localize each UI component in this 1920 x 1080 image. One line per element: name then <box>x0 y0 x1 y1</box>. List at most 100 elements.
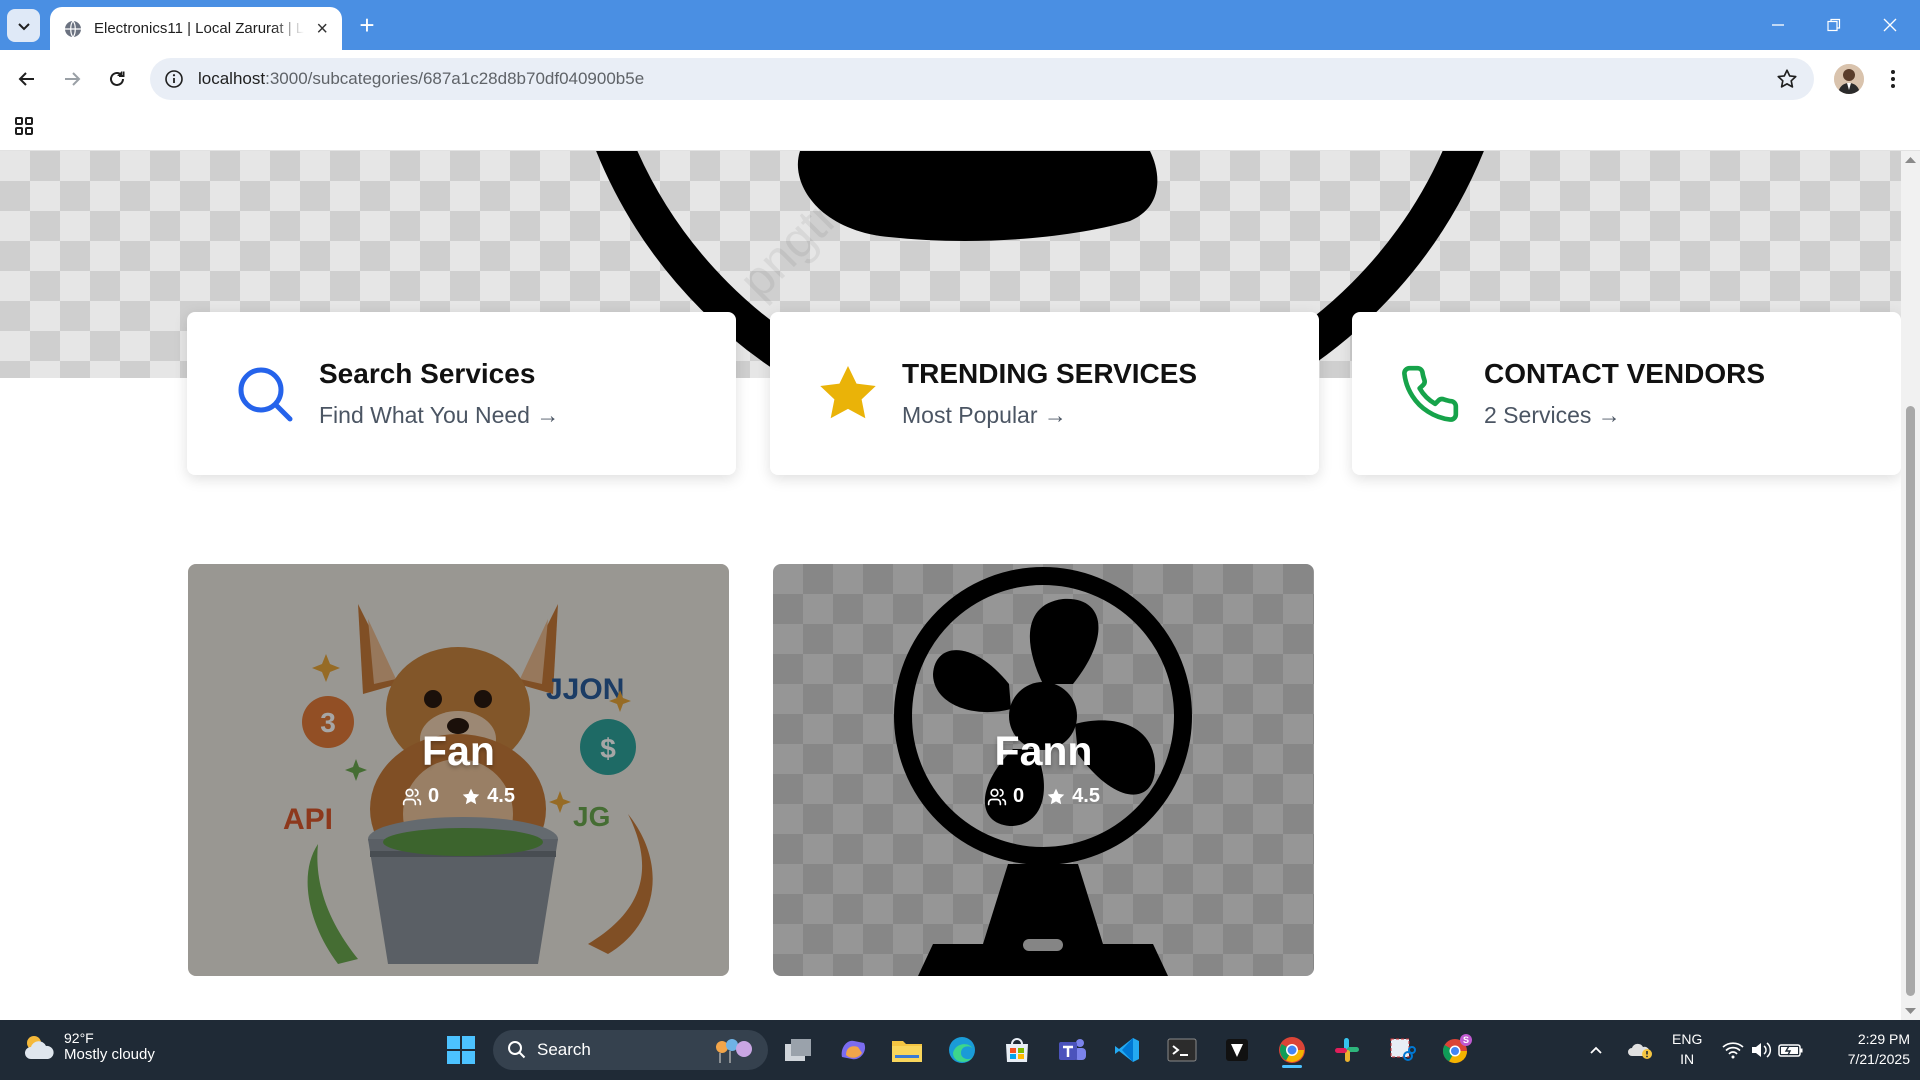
url-path: :3000/subcategories/687a1c28d8b70df04090… <box>265 69 645 88</box>
more-vertical-icon <box>1891 70 1895 88</box>
subcategory-card[interactable]: 3 $ JJON API JG Fan 0 4.5 <box>188 564 729 976</box>
taskbar-edge[interactable] <box>942 1030 982 1070</box>
back-button[interactable] <box>9 61 45 97</box>
app-icon <box>1226 1039 1248 1061</box>
vscode-icon <box>1115 1038 1139 1062</box>
bookmarks-bar <box>0 108 1920 151</box>
minimize-button[interactable] <box>1750 0 1806 50</box>
edge-browser-icon <box>949 1037 975 1063</box>
weather-temp: 92°F <box>64 1030 94 1046</box>
avatar-icon <box>1834 64 1864 94</box>
taskbar-task-view[interactable] <box>778 1030 818 1070</box>
subcategory-info: Fan 0 4.5 <box>188 728 729 808</box>
windows-taskbar: 92°F Mostly cloudy Search S ENG IN 2:29 … <box>0 1020 1920 1080</box>
feature-card-search[interactable]: Search Services Find What You Need → <box>187 312 736 475</box>
rating-stat: 4.5 <box>1046 785 1100 808</box>
taskbar-vscode[interactable] <box>1107 1030 1147 1070</box>
feature-title: Search Services <box>319 358 536 389</box>
star-icon <box>1047 788 1065 804</box>
subcategory-card[interactable]: Fann 0 4.5 <box>773 564 1314 976</box>
bookmark-star-icon[interactable] <box>1776 68 1798 90</box>
subcategory-info: Fann 0 4.5 <box>773 728 1314 808</box>
tray-onedrive[interactable] <box>1628 1020 1654 1080</box>
weather-desc: Mostly cloudy <box>64 1046 155 1063</box>
language-code: ENG <box>1672 1031 1703 1047</box>
weather-widget[interactable]: 92°F Mostly cloudy <box>22 1030 155 1063</box>
tray-network-volume-battery[interactable] <box>1722 1020 1804 1080</box>
reload-button[interactable] <box>99 61 135 97</box>
rating-value: 4.5 <box>487 785 515 807</box>
users-count: 0 <box>428 785 440 807</box>
taskbar-copilot[interactable] <box>833 1030 873 1070</box>
search-icon <box>233 362 297 426</box>
chevron-up-icon <box>1590 1046 1602 1054</box>
cloudy-weather-icon <box>25 1035 54 1059</box>
browser-toolbar: localhost:3000/subcategories/687a1c28d8b… <box>0 50 1920 108</box>
subcategory-stats: 0 4.5 <box>188 785 729 808</box>
address-bar[interactable]: localhost:3000/subcategories/687a1c28d8b… <box>150 58 1814 100</box>
search-icon <box>508 1041 526 1059</box>
active-indicator <box>1282 1065 1302 1068</box>
tab-search-button[interactable] <box>7 9 40 42</box>
reload-icon <box>110 71 125 86</box>
phone-icon <box>1398 362 1462 426</box>
url-host: localhost <box>198 69 266 88</box>
teams-icon <box>1059 1039 1086 1060</box>
page-scrollbar[interactable] <box>1901 151 1920 1020</box>
taskbar-search[interactable]: Search <box>493 1030 768 1070</box>
feature-card-trending[interactable]: TRENDING SERVICES Most Popular → <box>770 312 1319 475</box>
onedrive-warning-icon <box>1628 1043 1652 1059</box>
close-window-button[interactable] <box>1862 0 1918 50</box>
wifi-icon <box>1722 1042 1744 1059</box>
taskbar-store[interactable] <box>997 1030 1037 1070</box>
users-stat: 0 <box>987 785 1024 808</box>
feature-card-contact[interactable]: CONTACT VENDORS 2 Services → <box>1352 312 1901 475</box>
chrome-profile-icon: S <box>1442 1034 1472 1064</box>
users-icon <box>402 788 422 805</box>
taskbar-chrome-profile[interactable]: S <box>1437 1030 1477 1070</box>
tab-close-icon[interactable]: × <box>316 19 328 39</box>
apps-grid-icon[interactable] <box>13 115 35 137</box>
feature-title: CONTACT VENDORS <box>1484 358 1766 389</box>
tab-title: Electronics11 | Local Zarurat | Local <box>94 20 304 37</box>
scrollbar-thumb[interactable] <box>1906 406 1915 996</box>
taskbar-terminal[interactable] <box>1162 1030 1202 1070</box>
taskbar-chrome-active[interactable] <box>1272 1030 1312 1070</box>
restore-button[interactable] <box>1806 0 1862 50</box>
site-info-icon[interactable] <box>164 69 184 89</box>
taskbar-teams[interactable] <box>1052 1030 1092 1070</box>
scroll-down-icon[interactable] <box>1901 1004 1920 1018</box>
new-tab-button[interactable]: + <box>352 10 382 40</box>
forward-button[interactable] <box>54 61 90 97</box>
clock-time: 2:29 PM <box>1857 1031 1910 1047</box>
feature-link[interactable]: Most Popular → <box>902 402 1197 429</box>
snipping-tool-icon <box>1390 1038 1416 1061</box>
volume-icon <box>1752 1042 1772 1058</box>
feature-link[interactable]: Find What You Need → <box>319 402 559 429</box>
users-stat: 0 <box>402 785 439 808</box>
users-count: 0 <box>1013 785 1025 807</box>
browser-titlebar: Electronics11 | Local Zarurat | Local × … <box>0 0 1920 50</box>
taskbar-snipping[interactable] <box>1382 1030 1422 1070</box>
battery-icon <box>1778 1044 1803 1057</box>
region-code: IN <box>1680 1051 1695 1067</box>
star-icon <box>462 788 480 804</box>
taskbar-slack[interactable] <box>1327 1030 1367 1070</box>
svg-text:S: S <box>1463 1035 1469 1045</box>
browser-tab-active[interactable]: Electronics11 | Local Zarurat | Local × <box>50 7 342 50</box>
subcategory-name: Fann <box>994 728 1093 774</box>
start-button[interactable] <box>441 1030 481 1070</box>
browser-menu-button[interactable] <box>1878 64 1908 94</box>
scroll-up-icon[interactable] <box>1901 153 1920 167</box>
language-indicator[interactable]: ENG IN <box>1672 1029 1702 1069</box>
profile-avatar[interactable] <box>1834 64 1864 94</box>
arrow-left-icon <box>18 72 34 86</box>
system-clock[interactable]: 2:29 PM 7/21/2025 <box>1810 1029 1910 1069</box>
rating-value: 4.5 <box>1072 785 1100 807</box>
minimize-icon <box>1772 24 1784 26</box>
taskbar-app-dark[interactable] <box>1217 1030 1257 1070</box>
feature-link[interactable]: 2 Services → <box>1484 402 1765 429</box>
tray-overflow[interactable] <box>1588 1020 1604 1080</box>
taskbar-file-explorer[interactable] <box>887 1030 927 1070</box>
slack-icon <box>1335 1038 1359 1062</box>
